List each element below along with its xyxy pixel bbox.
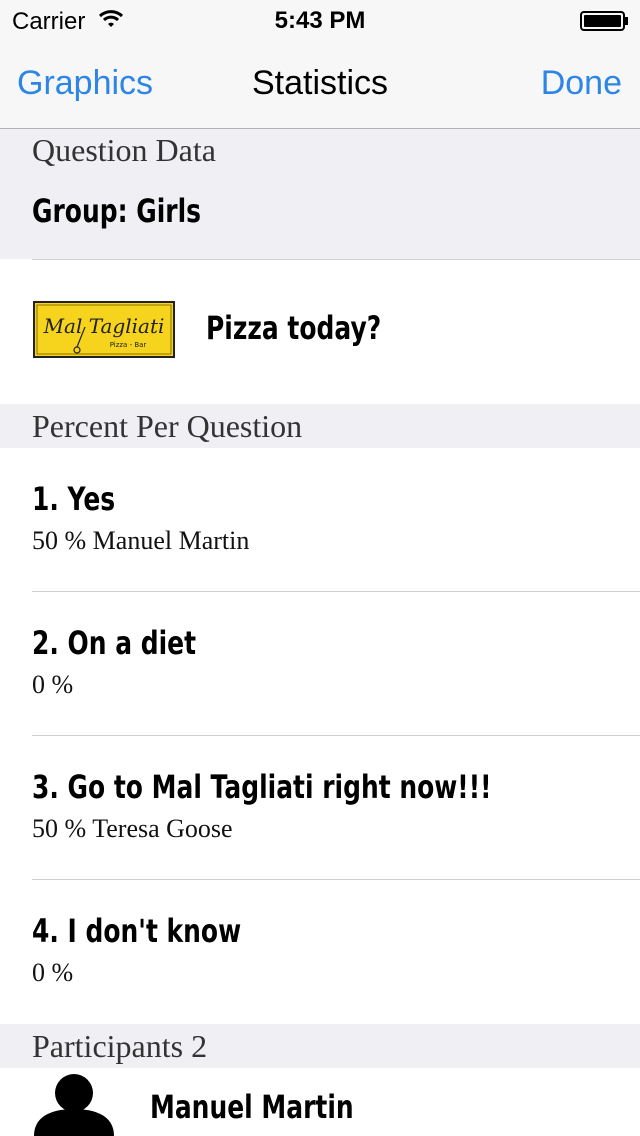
question-title: Pizza today?: [206, 309, 382, 347]
svg-text:Mal Tagliati: Mal Tagliati: [43, 314, 165, 338]
participants-header: Participants 2: [32, 1028, 208, 1064]
mal-tagliati-logo: Mal Tagliati Pizza - Bar: [33, 301, 175, 358]
answer-row[interactable]: 3. Go to Mal Tagliati right now!!! 50 % …: [0, 736, 640, 879]
answer-title: 3. Go to Mal Tagliati right now!!!: [32, 768, 492, 806]
answer-row[interactable]: 4. I don't know 0 %: [0, 880, 640, 1024]
battery-icon: [580, 11, 628, 31]
answer-detail: 0 %: [32, 670, 74, 699]
answer-title: 2. On a diet: [32, 624, 197, 662]
group-label: Group: Girls: [32, 192, 202, 230]
answer-title: 1. Yes: [32, 480, 116, 518]
percent-section-header: Percent Per Question: [0, 404, 640, 448]
participant-name: Manuel Martin: [150, 1088, 354, 1126]
percent-header: Percent Per Question: [32, 408, 303, 444]
status-time: 5:43 PM: [274, 7, 366, 34]
navigation-bar: Graphics Statistics Done: [0, 40, 640, 129]
svg-text:Pizza - Bar: Pizza - Bar: [110, 341, 147, 349]
participants-section-header: Participants 2: [0, 1024, 640, 1068]
question-data-section: Question Data Group: Girls: [0, 129, 640, 259]
status-bar: Carrier 5:43 PM: [0, 0, 640, 40]
person-silhouette-icon: [34, 1074, 114, 1136]
question-data-header: Question Data: [32, 132, 216, 168]
answer-title: 4. I don't know: [32, 912, 242, 950]
answer-detail: 0 %: [32, 958, 74, 987]
answer-row[interactable]: 2. On a diet 0 %: [0, 592, 640, 735]
answer-row[interactable]: 1. Yes 50 % Manuel Martin: [0, 448, 640, 591]
done-button[interactable]: Done: [541, 64, 622, 103]
answer-detail: 50 % Manuel Martin: [32, 526, 250, 555]
answer-detail: 50 % Teresa Goose: [32, 814, 233, 843]
